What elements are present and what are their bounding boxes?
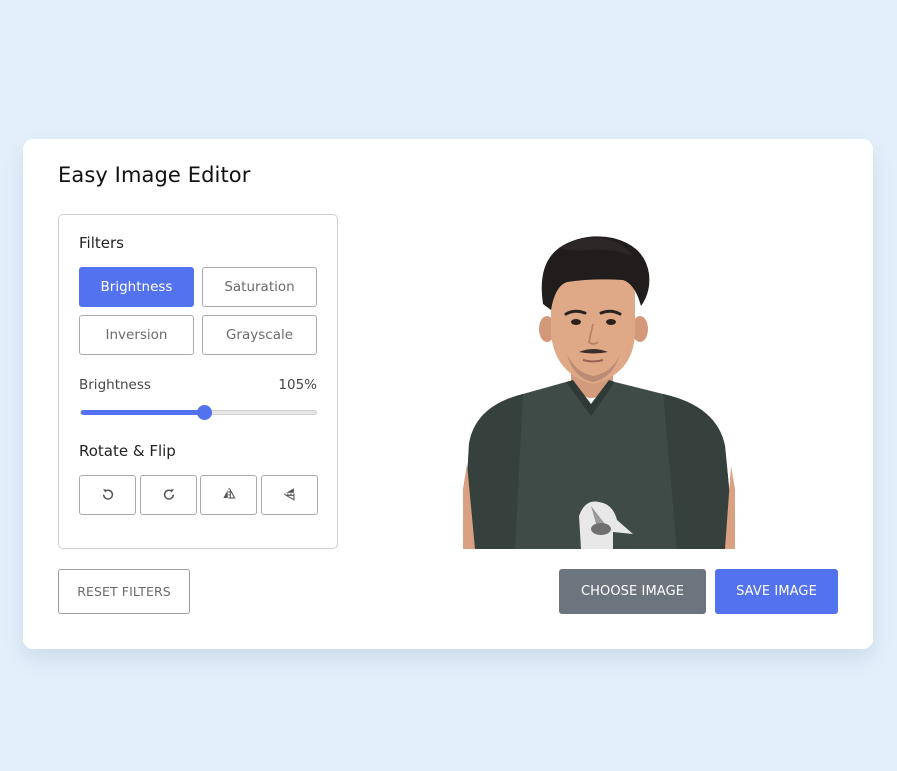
reset-filters-button[interactable]: RESET FILTERS [58, 569, 190, 614]
slider-value: 105% [278, 377, 317, 393]
brightness-slider[interactable] [80, 405, 317, 420]
slider-label: Brightness [79, 377, 151, 393]
saturation-filter-button[interactable]: Saturation [202, 267, 317, 307]
rotate-left-button[interactable] [79, 475, 136, 515]
choose-image-button[interactable]: CHOOSE IMAGE [559, 569, 706, 614]
brightness-filter-button[interactable]: Brightness [79, 267, 194, 307]
rotate-right-button[interactable] [140, 475, 197, 515]
rotate-left-icon [101, 487, 115, 504]
editor-card: Easy Image Editor Filters Brightness Sat… [23, 139, 873, 649]
controls-panel: Filters Brightness Saturation Inversion … [58, 214, 338, 549]
preview-image [463, 234, 735, 549]
flip-vertical-icon [283, 487, 297, 504]
slider-thumb[interactable] [197, 405, 213, 420]
grayscale-filter-button[interactable]: Grayscale [202, 315, 317, 355]
page-title: Easy Image Editor [58, 163, 251, 187]
flip-vertical-button[interactable] [261, 475, 318, 515]
inversion-filter-button[interactable]: Inversion [79, 315, 194, 355]
flip-horizontal-button[interactable] [200, 475, 257, 515]
slider-fill [81, 410, 205, 415]
save-image-button[interactable]: SAVE IMAGE [715, 569, 838, 614]
rotate-right-icon [162, 487, 176, 504]
flip-horizontal-icon [222, 487, 236, 504]
filters-title: Filters [79, 234, 124, 252]
rotate-flip-title: Rotate & Flip [79, 442, 176, 460]
